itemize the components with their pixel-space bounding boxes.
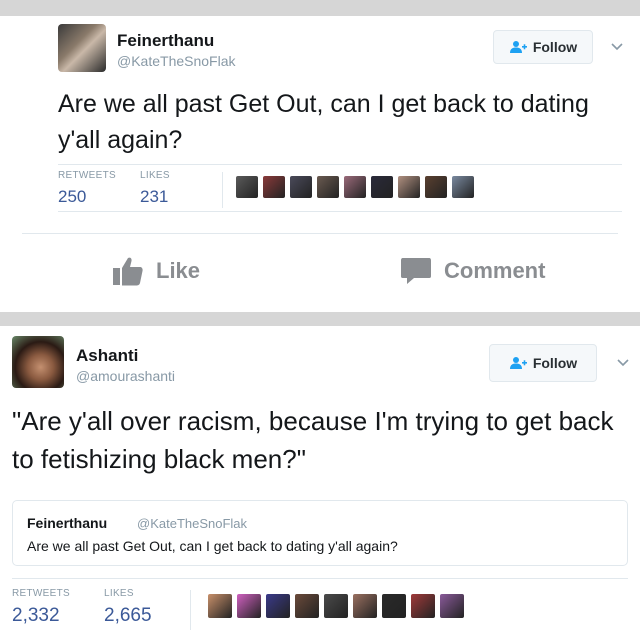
chevron-down-icon[interactable]	[610, 40, 624, 54]
comment-label: Comment	[444, 258, 546, 283]
quoted-tweet[interactable]: Feinerthanu @KateTheSnoFlak Are we all p…	[12, 500, 628, 566]
retweets-count: 250	[58, 187, 87, 206]
follow-button[interactable]: Follow	[493, 30, 593, 64]
like-button[interactable]: Like	[112, 256, 200, 286]
liker-avatar[interactable]	[324, 594, 348, 618]
user-handle[interactable]: @amourashanti	[76, 368, 175, 384]
follow-label: Follow	[532, 39, 578, 55]
likes-count: 2,665	[104, 605, 152, 626]
retweets-label: RETWEETS	[12, 588, 70, 599]
tweet-card-1: Feinerthanu @KateTheSnoFlak Follow Are w…	[0, 16, 640, 312]
follow-button[interactable]: Follow	[489, 344, 597, 382]
quoted-tweet-text: Are we all past Get Out, can I get back …	[27, 538, 398, 554]
likes-stat[interactable]: LIKES 2,665	[104, 588, 152, 627]
liker-avatar[interactable]	[266, 594, 290, 618]
quoted-user-name: Feinerthanu	[27, 515, 108, 531]
user-handle[interactable]: @KateTheSnoFlak	[117, 53, 236, 69]
likes-label: LIKES	[140, 170, 170, 181]
liker-avatar[interactable]	[411, 594, 435, 618]
liker-avatar[interactable]	[382, 594, 406, 618]
divider	[58, 164, 622, 165]
retweets-label: RETWEETS	[58, 170, 116, 181]
liker-avatar[interactable]	[440, 594, 464, 618]
thumbs-up-icon	[113, 257, 143, 286]
divider	[12, 578, 628, 579]
liker-avatar[interactable]	[290, 176, 312, 198]
chevron-down-icon[interactable]	[616, 356, 630, 370]
comment-button[interactable]: Comment	[400, 256, 545, 286]
add-user-icon	[509, 41, 527, 53]
user-name[interactable]: Ashanti	[76, 346, 138, 366]
retweets-stat[interactable]: RETWEETS 2,332	[12, 588, 70, 627]
liker-avatar[interactable]	[425, 176, 447, 198]
likes-label: LIKES	[104, 588, 134, 599]
divider	[22, 233, 618, 234]
liker-avatar[interactable]	[236, 176, 258, 198]
divider	[190, 590, 191, 630]
liker-avatar[interactable]	[295, 594, 319, 618]
liker-avatar[interactable]	[208, 594, 232, 618]
comment-icon	[401, 258, 431, 284]
tweet-card-2: Ashanti @amourashanti Follow "Are y'all …	[0, 326, 640, 641]
divider	[58, 211, 622, 212]
liker-avatar[interactable]	[353, 594, 377, 618]
liker-avatars	[236, 176, 474, 198]
liker-avatar[interactable]	[344, 176, 366, 198]
user-name[interactable]: Feinerthanu	[117, 31, 214, 51]
divider	[222, 172, 223, 208]
liker-avatar[interactable]	[263, 176, 285, 198]
avatar[interactable]	[12, 336, 64, 388]
liker-avatar[interactable]	[398, 176, 420, 198]
liker-avatar[interactable]	[371, 176, 393, 198]
likes-count: 231	[140, 187, 169, 206]
liker-avatar[interactable]	[317, 176, 339, 198]
follow-label: Follow	[532, 355, 578, 371]
retweets-stat[interactable]: RETWEETS 250	[58, 170, 116, 207]
tweet-text: Are we all past Get Out, can I get back …	[58, 90, 589, 154]
liker-avatars	[208, 594, 464, 618]
retweets-count: 2,332	[12, 605, 60, 626]
likes-stat[interactable]: LIKES 231	[140, 170, 170, 207]
liker-avatar[interactable]	[237, 594, 261, 618]
like-label: Like	[156, 258, 201, 283]
add-user-icon	[509, 357, 527, 369]
liker-avatar[interactable]	[452, 176, 474, 198]
quoted-user-handle: @KateTheSnoFlak	[137, 516, 248, 531]
tweet-text: "Are y'all over racism, because I'm tryi…	[12, 406, 614, 474]
avatar[interactable]	[58, 24, 106, 72]
